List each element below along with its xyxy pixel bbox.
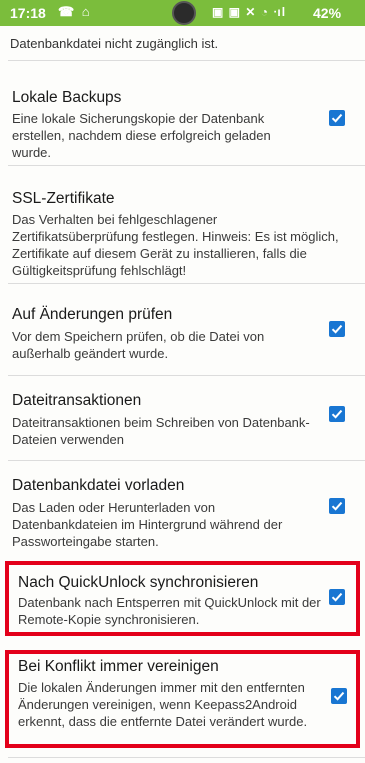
setting-ssl-zertifikate[interactable]: SSL-Zertifikate Das Verhalten bei fehlge… <box>0 166 365 283</box>
check-icon <box>331 592 343 602</box>
setting-lokale-backups[interactable]: Lokale Backups Eine lokale Sicherungskop… <box>0 61 365 165</box>
setting-title: Nach QuickUnlock synchronisieren <box>18 574 259 591</box>
dateitransaktionen-checkbox[interactable] <box>329 406 345 422</box>
setting-summary: Das Laden oder Herunterladen von Datenba… <box>12 500 283 549</box>
konflikt-vereinigen-checkbox[interactable] <box>331 688 347 704</box>
system-icons: ▣ ▣ ✕ ◔ ᐧıl <box>212 5 287 19</box>
setting-auf-aenderungen-pruefen[interactable]: Auf Änderungen prüfen Vor dem Speichern … <box>0 284 365 375</box>
setting-summary: Dateitransaktionen beim Schreiben von Da… <box>12 415 310 447</box>
setting-summary: Das Verhalten bei fehlgeschlagener Zerti… <box>12 212 339 278</box>
status-bar: 17:18 ☎ ⌂ ▣ ▣ ✕ ◔ ᐧıl 42% <box>0 0 365 26</box>
divider <box>8 757 365 758</box>
setting-summary: Die lokalen Änderungen immer mit den ent… <box>18 680 308 729</box>
setting-summary: Datenbank nach Entsperren mit QuickUnloc… <box>18 595 321 627</box>
notification-icons: ☎ ⌂ <box>58 4 92 19</box>
lokale-backups-checkbox[interactable] <box>329 110 345 126</box>
status-time: 17:18 <box>10 5 46 21</box>
check-icon <box>331 113 343 123</box>
setting-title: Auf Änderungen prüfen <box>12 306 173 323</box>
check-icon <box>331 501 343 511</box>
camera-cutout <box>172 1 196 25</box>
setting-title: Lokale Backups <box>12 89 122 106</box>
previous-item-summary: Datenbankdatei nicht zugänglich ist. <box>10 36 219 51</box>
quickunlock-sync-checkbox[interactable] <box>329 589 345 605</box>
setting-title: Bei Konflikt immer vereinigen <box>18 658 219 675</box>
battery-percent: 42% <box>313 5 342 21</box>
check-icon <box>333 691 345 701</box>
setting-title: Datenbankdatei vorladen <box>12 477 185 494</box>
setting-dateitransaktionen[interactable]: Dateitransaktionen Dateitransaktionen be… <box>0 376 365 460</box>
auf-aenderungen-pruefen-checkbox[interactable] <box>329 321 345 337</box>
setting-bei-konflikt-immer-vereinigen[interactable]: Bei Konflikt immer vereinigen Die lokale… <box>0 650 365 748</box>
setting-title: SSL-Zertifikate <box>12 190 115 207</box>
check-icon <box>331 324 343 334</box>
setting-datenbankdatei-vorladen[interactable]: Datenbankdatei vorladen Das Laden oder H… <box>0 461 365 556</box>
setting-title: Dateitransaktionen <box>12 392 142 409</box>
setting-nach-quickunlock-synchronisieren[interactable]: Nach QuickUnlock synchronisieren Datenba… <box>0 561 365 636</box>
setting-summary: Eine lokale Sicherungskopie der Datenban… <box>12 111 271 160</box>
check-icon <box>331 409 343 419</box>
setting-summary: Vor dem Speichern prüfen, ob die Datei v… <box>12 329 265 361</box>
datenbankdatei-vorladen-checkbox[interactable] <box>329 498 345 514</box>
